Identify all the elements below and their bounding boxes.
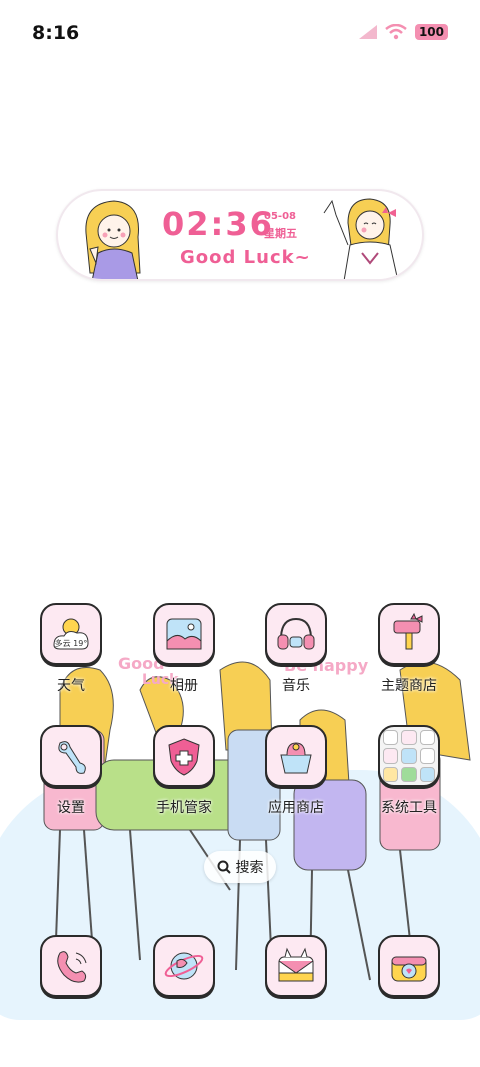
weather-icon[interactable]: 多云 19° — [40, 603, 102, 665]
system-tools-folder-icon[interactable] — [378, 725, 440, 787]
status-icons: 100 — [358, 24, 448, 40]
search-label: 搜索 — [235, 860, 264, 876]
app-weather[interactable]: 多云 19° 天气 — [26, 603, 116, 695]
app-settings[interactable]: 设置 — [26, 725, 116, 817]
messages-icon[interactable] — [265, 935, 327, 997]
folder-grid — [383, 730, 435, 782]
widget-time: 02:36 — [162, 205, 274, 243]
app-label-settings: 设置 — [57, 800, 85, 816]
signal-icon — [358, 25, 377, 39]
theme-store-icon[interactable] — [378, 603, 440, 665]
browser-icon[interactable] — [153, 935, 215, 997]
app-label-theme-store: 主题商店 — [381, 678, 437, 694]
app-gallery[interactable]: 相册 — [139, 603, 229, 695]
dock-phone[interactable] — [26, 935, 116, 997]
dock-camera[interactable] — [364, 935, 454, 997]
girl-illustration-left — [85, 200, 141, 279]
battery-badge: 100 — [414, 24, 448, 40]
settings-icon[interactable] — [40, 725, 102, 787]
weather-text: 多云 19° — [55, 638, 88, 648]
clock-widget[interactable]: 02:36 05-08 星期五 Good Luck~ — [56, 189, 424, 281]
app-label-music: 音乐 — [282, 678, 310, 694]
app-label-weather: 天气 — [57, 678, 85, 694]
app-label-system-tools: 系统工具 — [381, 800, 437, 816]
wifi-icon — [385, 24, 407, 40]
app-system-tools[interactable]: 系统工具 — [364, 725, 454, 817]
dock-messages[interactable] — [251, 935, 341, 997]
app-store-icon[interactable] — [265, 725, 327, 787]
app-label-gallery: 相册 — [170, 678, 198, 694]
app-app-store[interactable]: 应用商店 — [251, 725, 341, 817]
widget-date: 05-08 — [264, 211, 296, 222]
app-phone-manager[interactable]: 手机管家 — [139, 725, 229, 817]
widget-tagline: Good Luck~ — [180, 247, 311, 268]
gallery-icon[interactable] — [153, 603, 215, 665]
girl-illustration-right — [323, 198, 399, 279]
app-label-phone-manager: 手机管家 — [156, 800, 212, 816]
camera-icon[interactable] — [378, 935, 440, 997]
phone-manager-icon[interactable] — [153, 725, 215, 787]
app-label-app-store: 应用商店 — [268, 800, 324, 816]
search-icon — [217, 860, 231, 874]
phone-icon[interactable] — [40, 935, 102, 997]
dock-browser[interactable] — [139, 935, 229, 997]
app-theme-store[interactable]: 主题商店 — [364, 603, 454, 695]
app-music[interactable]: 音乐 — [251, 603, 341, 695]
search-button[interactable]: 搜索 — [204, 851, 276, 883]
status-bar: 8:16 100 — [0, 0, 480, 70]
widget-weekday: 星期五 — [264, 227, 297, 240]
music-icon[interactable] — [265, 603, 327, 665]
status-time: 8:16 — [32, 22, 80, 44]
